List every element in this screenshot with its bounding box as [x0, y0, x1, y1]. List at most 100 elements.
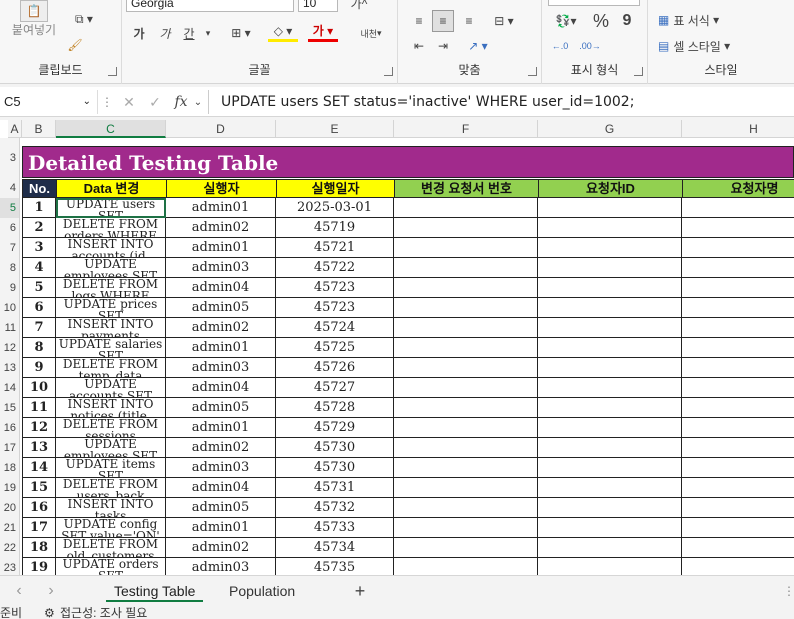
cell-user[interactable]: admin03 [166, 358, 276, 378]
cell-no[interactable]: 15 [22, 478, 56, 498]
empty-cell[interactable] [394, 318, 538, 338]
font-size-select[interactable]: 10 [298, 0, 338, 12]
empty-cell[interactable] [682, 418, 794, 438]
percent-style-button[interactable]: % [590, 10, 612, 32]
empty-cell[interactable] [538, 398, 682, 418]
empty-cell[interactable] [538, 418, 682, 438]
borders-icon[interactable]: ⊞ ▾ [226, 24, 256, 42]
row-header-13[interactable]: 13 [0, 358, 20, 378]
accounting-format-icon[interactable]: 💱▾ [548, 12, 584, 30]
format-painter-icon[interactable]: 🖌 [66, 36, 84, 54]
cell-styles-button[interactable]: ▤ 셀 스타일 ▾ [658, 36, 748, 56]
scroll-right-icon[interactable]: › [42, 582, 60, 600]
cell-no[interactable]: 18 [22, 538, 56, 558]
empty-cell[interactable] [394, 198, 538, 218]
empty-cell[interactable] [682, 498, 794, 518]
cell-data[interactable]: UPDATE employees SET [56, 258, 166, 278]
empty-cell[interactable] [682, 278, 794, 298]
empty-cell[interactable] [538, 518, 682, 538]
column-header-h[interactable]: H [682, 120, 794, 138]
font-name-select[interactable]: Georgia [126, 0, 294, 12]
cell-no[interactable]: 7 [22, 318, 56, 338]
cell-user[interactable]: admin04 [166, 378, 276, 398]
cell-no[interactable]: 4 [22, 258, 56, 278]
cell-date[interactable]: 2025-03-01 [276, 198, 394, 218]
row-header-16[interactable]: 16 [0, 418, 20, 438]
header-cell[interactable]: 요청자ID [538, 179, 683, 198]
align-right-icon[interactable]: ≡ [458, 10, 480, 32]
cell-date[interactable]: 45735 [276, 558, 394, 575]
empty-cell[interactable] [682, 518, 794, 538]
empty-cell[interactable] [394, 378, 538, 398]
cell-user[interactable]: admin01 [166, 198, 276, 218]
cell-user[interactable]: admin05 [166, 298, 276, 318]
cell-user[interactable]: admin03 [166, 558, 276, 575]
empty-cell[interactable] [538, 278, 682, 298]
cell-no[interactable]: 2 [22, 218, 56, 238]
cell-date[interactable]: 45731 [276, 478, 394, 498]
cell-data[interactable]: UPDATE orders SET [56, 558, 166, 575]
empty-cell[interactable] [394, 438, 538, 458]
empty-cell[interactable] [394, 518, 538, 538]
header-cell[interactable]: No. [22, 179, 57, 198]
cell-no[interactable]: 10 [22, 378, 56, 398]
name-box-dropdown-icon[interactable]: ⌄ [83, 90, 91, 114]
empty-cell[interactable] [394, 298, 538, 318]
row-header-15[interactable]: 15 [0, 398, 20, 418]
paste-button-label[interactable]: 붙여넣기 [8, 22, 60, 37]
cell-date[interactable]: 45732 [276, 498, 394, 518]
row-header-22[interactable]: 22 [0, 538, 20, 558]
cell-user[interactable]: admin01 [166, 418, 276, 438]
empty-cell[interactable] [538, 238, 682, 258]
accessibility-status[interactable]: 접근성: 조사 필요 [60, 607, 147, 619]
cell-date[interactable]: 45726 [276, 358, 394, 378]
cell-date[interactable]: 45721 [276, 238, 394, 258]
tab-testing-table[interactable]: Testing Table [106, 580, 204, 602]
header-cell[interactable]: Data 변경 [56, 179, 167, 198]
underline-button[interactable]: 간 [180, 24, 198, 42]
row-header-7[interactable]: 7 [0, 238, 20, 258]
cell-no[interactable]: 14 [22, 458, 56, 478]
font-launcher-icon[interactable] [384, 67, 393, 76]
column-header-d[interactable]: D [166, 120, 276, 138]
bold-button[interactable]: 가 [130, 24, 148, 42]
cell-date[interactable]: 45725 [276, 338, 394, 358]
fill-color-icon[interactable]: ◇ ▾ [268, 22, 298, 42]
cell-date[interactable]: 45724 [276, 318, 394, 338]
empty-cell[interactable] [538, 458, 682, 478]
cell-date[interactable]: 45730 [276, 438, 394, 458]
empty-cell[interactable] [538, 558, 682, 575]
cell-user[interactable]: admin04 [166, 478, 276, 498]
font-color-icon[interactable]: 가 ▾ [308, 22, 338, 42]
decrease-decimal-icon[interactable]: .00→ [578, 36, 602, 56]
empty-cell[interactable] [682, 258, 794, 278]
empty-cell[interactable] [682, 238, 794, 258]
empty-cell[interactable] [682, 438, 794, 458]
number-format-select[interactable] [548, 0, 640, 6]
tab-population[interactable]: Population [221, 580, 303, 602]
cell-user[interactable]: admin05 [166, 398, 276, 418]
cancel-icon[interactable]: ✕ [118, 93, 140, 111]
cell-data[interactable]: UPDATE prices SET [56, 298, 166, 318]
row-header-6[interactable]: 6 [0, 218, 20, 238]
worksheet-grid[interactable]: ABCDEFGH 3 4 5 6 7 8 9 10 11 12 13 14 15 16 17 18 19 20 21… [0, 120, 794, 575]
empty-cell[interactable] [394, 278, 538, 298]
cell-data[interactable]: INSERT INTO notices (title, [56, 398, 166, 418]
row-header-8[interactable]: 8 [0, 258, 20, 278]
empty-cell[interactable] [394, 458, 538, 478]
phonetic-guide-icon[interactable]: 내천 ▾ [354, 24, 388, 42]
format-as-table-button[interactable]: ▦ 표 서식 ▾ [658, 10, 738, 30]
cell-data[interactable]: INSERT INTO payments [56, 318, 166, 338]
row-header-19[interactable]: 19 [0, 478, 20, 498]
empty-cell[interactable] [394, 218, 538, 238]
row-header-10[interactable]: 10 [0, 298, 20, 318]
cell-data[interactable]: DELETE FROM users_back [56, 478, 166, 498]
cell-no[interactable]: 17 [22, 518, 56, 538]
cell-date[interactable]: 45733 [276, 518, 394, 538]
comma-style-button[interactable]: 9 [618, 10, 636, 32]
empty-cell[interactable] [682, 218, 794, 238]
decrease-indent-icon[interactable]: ⇤ [408, 36, 430, 56]
number-launcher-icon[interactable] [634, 67, 643, 76]
add-sheet-button[interactable]: + [350, 580, 370, 602]
row-header-9[interactable]: 9 [0, 278, 20, 298]
